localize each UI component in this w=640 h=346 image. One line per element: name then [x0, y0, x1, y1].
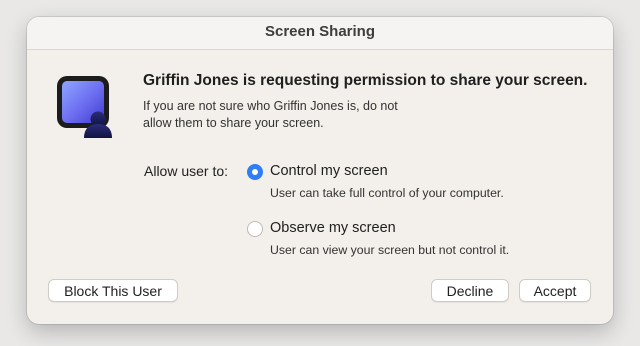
permission-warning-text: If you are not sure who Griffin Jones is… [143, 99, 398, 130]
control-screen-description: User can take full control of your compu… [270, 186, 504, 200]
allow-user-label: Allow user to: [144, 163, 229, 179]
control-screen-label: Control my screen [270, 163, 388, 179]
permission-headline: Griffin Jones is requesting permission t… [143, 72, 588, 89]
accept-button[interactable]: Accept [519, 279, 591, 302]
decline-button[interactable]: Decline [431, 279, 509, 302]
observe-screen-radio[interactable] [247, 221, 263, 237]
control-screen-radio-selected[interactable] [247, 164, 263, 180]
observe-screen-label: Observe my screen [270, 220, 396, 236]
screen-sharing-app-icon [56, 75, 114, 139]
screen-sharing-dialog: Screen Sharing Griffin Jones is requesti… [27, 17, 613, 324]
block-user-button[interactable]: Block This User [48, 279, 178, 302]
dialog-title: Screen Sharing [27, 17, 613, 50]
observe-screen-description: User can view your screen but not contro… [270, 243, 510, 257]
